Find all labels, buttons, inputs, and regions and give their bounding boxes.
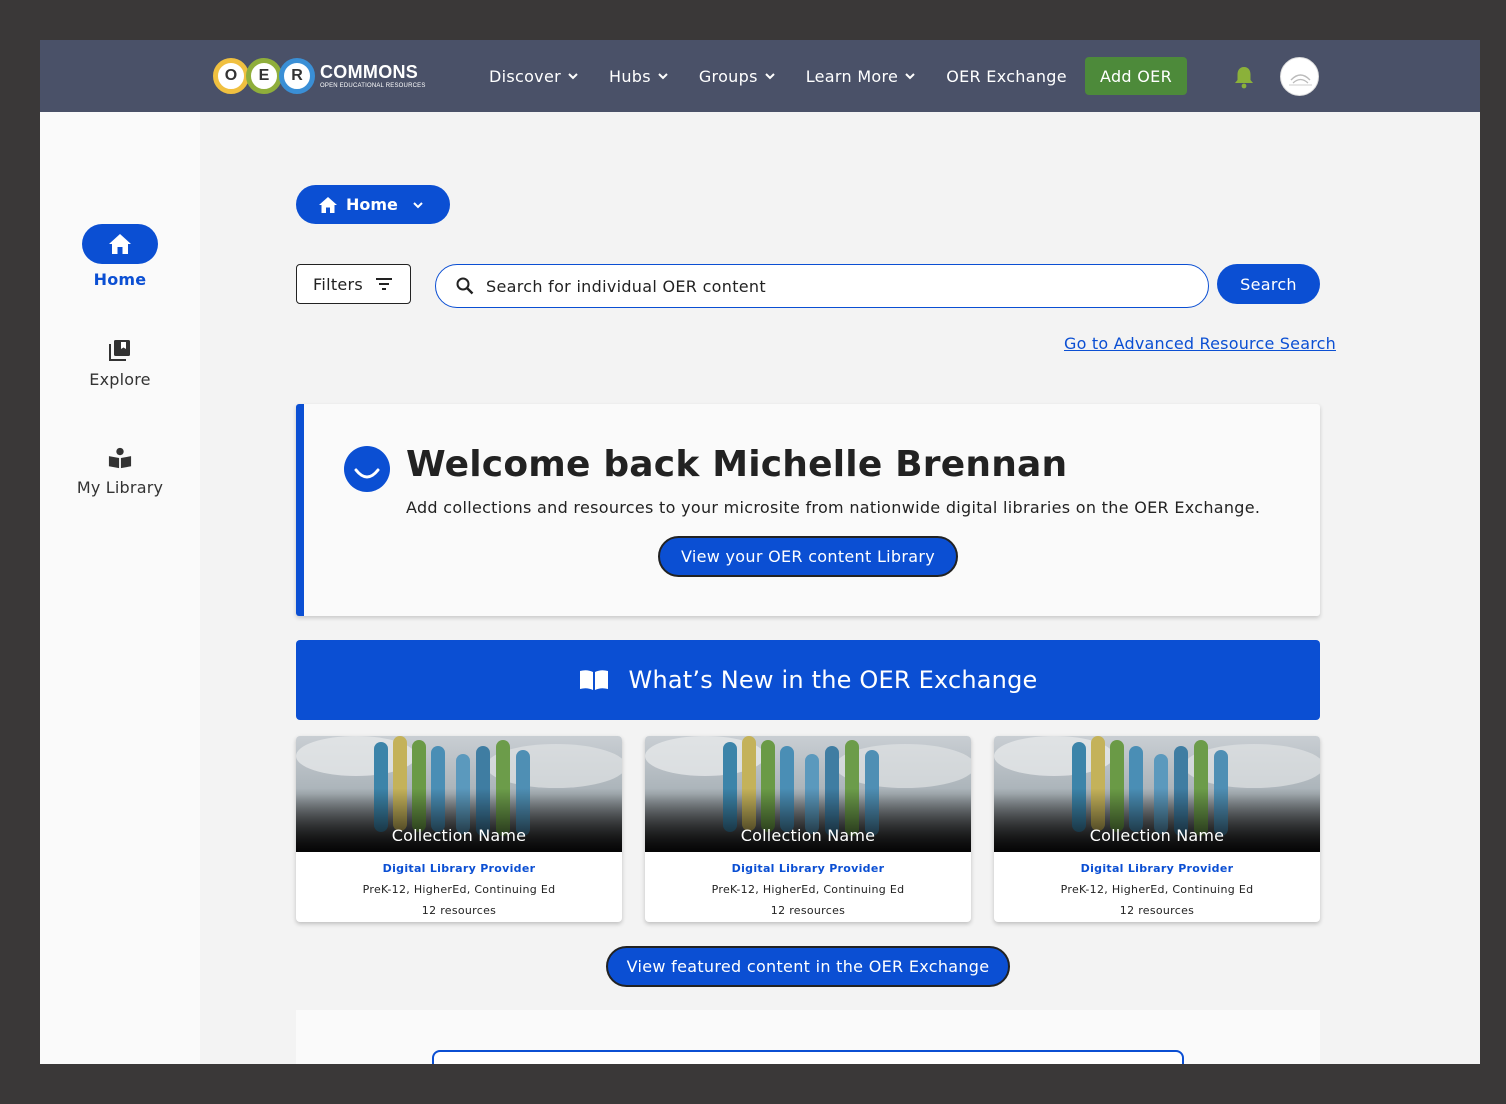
add-oer-button[interactable]: Add OER bbox=[1085, 57, 1187, 95]
welcome-title: Welcome back Michelle Brennan bbox=[406, 444, 1068, 485]
advanced-search-link[interactable]: Go to Advanced Resource Search bbox=[1064, 334, 1336, 353]
whats-new-title: What’s New in the OER Exchange bbox=[628, 666, 1038, 694]
bottom-panel-box bbox=[432, 1050, 1184, 1064]
avatar-graphic-icon bbox=[1289, 74, 1312, 86]
collection-count: 12 resources bbox=[1119, 904, 1195, 917]
nav-discover[interactable]: Discover bbox=[489, 67, 579, 86]
nav-discover-label: Discover bbox=[489, 66, 561, 86]
open-book-icon bbox=[579, 670, 608, 690]
home-icon bbox=[319, 196, 337, 213]
collection-count: 12 resources bbox=[421, 904, 497, 917]
view-library-button[interactable]: View your OER content Library bbox=[658, 536, 958, 577]
smile-icon bbox=[344, 446, 390, 492]
logo-wordmark-tagline: OPEN EDUCATIONAL RESOURCES bbox=[320, 83, 426, 89]
bottom-panel bbox=[296, 1010, 1320, 1064]
home-dropdown-label: Home bbox=[346, 195, 398, 214]
sidebar-item-label: Explore bbox=[89, 370, 151, 389]
chevron-down-icon bbox=[765, 73, 775, 80]
search-input[interactable]: Search for individual OER content bbox=[435, 264, 1209, 308]
collection-card[interactable]: Collection Name Digital Library Provider… bbox=[994, 736, 1320, 922]
filters-button[interactable]: Filters bbox=[296, 264, 411, 304]
collection-name: Collection Name bbox=[740, 826, 876, 845]
logo-wordmark: COMMONS OPEN EDUCATIONAL RESOURCES bbox=[320, 63, 426, 89]
filters-label: Filters bbox=[313, 274, 364, 294]
app-window: O E R COMMONS OPEN EDUCATIONAL RESOURCES… bbox=[40, 40, 1480, 1064]
sidebar-item-label: Home bbox=[93, 270, 147, 289]
view-featured-button[interactable]: View featured content in the OER Exchang… bbox=[606, 946, 1010, 987]
collection-levels: PreK-12, HigherEd, Continuing Ed bbox=[711, 883, 905, 896]
collection-levels: PreK-12, HigherEd, Continuing Ed bbox=[1060, 883, 1254, 896]
reader-icon bbox=[108, 446, 132, 470]
logo-ring-o: O bbox=[213, 58, 249, 94]
collection-provider[interactable]: Digital Library Provider bbox=[994, 862, 1320, 875]
nav-hubs[interactable]: Hubs bbox=[609, 67, 669, 86]
collection-provider[interactable]: Digital Library Provider bbox=[296, 862, 622, 875]
search-placeholder: Search for individual OER content bbox=[486, 276, 766, 296]
nav-groups[interactable]: Groups bbox=[699, 67, 776, 86]
bell-icon[interactable] bbox=[1233, 65, 1255, 89]
sidebar: Home Explore My Library bbox=[40, 112, 200, 1064]
sidebar-item-my-library[interactable]: My Library bbox=[40, 446, 200, 497]
sidebar-item-home[interactable]: Home bbox=[40, 224, 200, 289]
chevron-down-icon bbox=[568, 73, 578, 80]
collection-card[interactable]: Collection Name Digital Library Provider… bbox=[645, 736, 971, 922]
welcome-subtitle: Add collections and resources to your mi… bbox=[406, 498, 1261, 517]
chevron-down-icon bbox=[658, 73, 668, 80]
search-button[interactable]: Search bbox=[1217, 264, 1320, 304]
logo-wordmark-main: COMMONS bbox=[320, 62, 419, 82]
sidebar-home-pill bbox=[82, 224, 158, 264]
nav-learn-more-label: Learn More bbox=[805, 66, 899, 86]
nav-learn-more[interactable]: Learn More bbox=[806, 67, 916, 86]
collection-name: Collection Name bbox=[391, 826, 527, 845]
nav-hubs-label: Hubs bbox=[608, 66, 651, 86]
collection-provider[interactable]: Digital Library Provider bbox=[645, 862, 971, 875]
collection-name: Collection Name bbox=[1089, 826, 1225, 845]
top-nav: O E R COMMONS OPEN EDUCATIONAL RESOURCES… bbox=[40, 40, 1480, 112]
nav-groups-label: Groups bbox=[698, 66, 758, 86]
nav-oer-exchange-label: OER Exchange bbox=[946, 66, 1067, 86]
collection-card[interactable]: Collection Name Digital Library Provider… bbox=[296, 736, 622, 922]
avatar[interactable] bbox=[1280, 57, 1319, 96]
chevron-down-icon bbox=[905, 73, 915, 80]
home-dropdown-button[interactable]: Home bbox=[296, 185, 450, 224]
home-icon bbox=[109, 234, 131, 254]
welcome-card: Welcome back Michelle Brennan Add collec… bbox=[296, 404, 1320, 616]
logo-ring-e: E bbox=[246, 58, 282, 94]
sidebar-item-label: My Library bbox=[76, 478, 164, 497]
collection-icon bbox=[108, 338, 132, 362]
whats-new-banner: What’s New in the OER Exchange bbox=[296, 640, 1320, 720]
sidebar-item-explore[interactable]: Explore bbox=[40, 338, 200, 389]
collection-count: 12 resources bbox=[770, 904, 846, 917]
search-icon bbox=[456, 277, 474, 295]
chevron-down-icon bbox=[413, 201, 423, 208]
main-nav: Discover Hubs Groups Learn More OER Exch… bbox=[489, 40, 1097, 112]
collection-levels: PreK-12, HigherEd, Continuing Ed bbox=[362, 883, 556, 896]
logo-ring-r: R bbox=[279, 58, 315, 94]
oer-commons-logo[interactable]: O E R COMMONS OPEN EDUCATIONAL RESOURCES bbox=[213, 57, 426, 95]
filter-icon bbox=[376, 278, 393, 290]
nav-oer-exchange[interactable]: OER Exchange bbox=[946, 67, 1067, 86]
